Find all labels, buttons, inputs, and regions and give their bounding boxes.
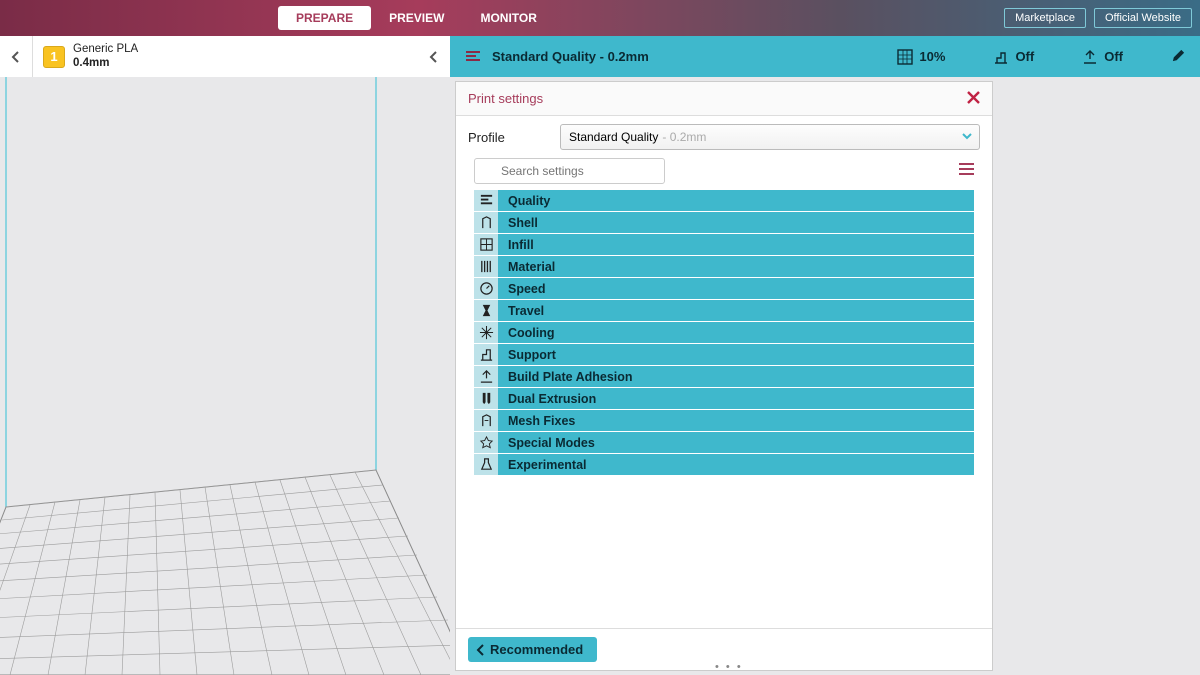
category-dual-extrusion[interactable]: Dual Extrusion [474, 388, 974, 409]
print-settings-panel: Print settings Profile Standard Quality … [455, 81, 993, 671]
summary-adhesion: Off [1082, 49, 1123, 65]
profile-dropdown[interactable]: Standard Quality - 0.2mm [560, 124, 980, 150]
tab-prepare[interactable]: PREPARE [278, 6, 371, 30]
special-modes-icon [474, 432, 498, 453]
resize-handle[interactable]: • • • [715, 661, 743, 673]
workspace: Print settings Profile Standard Quality … [0, 77, 1200, 675]
cooling-icon [474, 322, 498, 343]
print-summary-bar[interactable]: Standard Quality - 0.2mm 10% Off Off [450, 36, 1200, 77]
category-quality[interactable]: Quality [474, 190, 974, 211]
profile-selected-suffix: - 0.2mm [662, 130, 706, 144]
summary-profile: Standard Quality - 0.2mm [492, 49, 649, 64]
adhesion-icon [1082, 49, 1098, 65]
material-name: Generic PLA [73, 43, 138, 57]
mode-tabs: PREPARE PREVIEW MONITOR [278, 6, 555, 30]
category-experimental[interactable]: Experimental [474, 454, 974, 475]
mesh-fixes-icon [474, 410, 498, 431]
profile-label: Profile [468, 130, 550, 145]
summary-support: Off [993, 49, 1034, 65]
category-mesh-fixes[interactable]: Mesh Fixes [474, 410, 974, 431]
profile-selected-value: Standard Quality [569, 130, 658, 144]
dual-extrusion-icon [474, 388, 498, 409]
infill-icon [474, 234, 498, 255]
category-support[interactable]: Support [474, 344, 974, 365]
official-website-link[interactable]: Official Website [1094, 8, 1192, 28]
category-label: Shell [498, 216, 538, 230]
category-shell[interactable]: Shell [474, 212, 974, 233]
experimental-icon [474, 454, 498, 475]
edit-settings-button[interactable] [1171, 48, 1186, 66]
adhesion-icon [474, 366, 498, 387]
recommended-label: Recommended [490, 642, 583, 657]
build-plate-viewport[interactable] [0, 77, 450, 675]
category-label: Build Plate Adhesion [498, 370, 633, 384]
secondary-bar: 1 Generic PLA 0.4mm Standard Quality - 0… [0, 36, 1200, 77]
close-panel-button[interactable] [967, 88, 980, 109]
panel-title: Print settings [468, 91, 543, 106]
category-label: Quality [498, 194, 550, 208]
settings-categories: Quality Shell Infill Material Speed Trav… [456, 190, 992, 476]
category-infill[interactable]: Infill [474, 234, 974, 255]
nozzle-size: 0.4mm [73, 57, 138, 71]
shell-icon [474, 212, 498, 233]
quality-icon [474, 190, 498, 211]
category-label: Mesh Fixes [498, 414, 575, 428]
category-speed[interactable]: Speed [474, 278, 974, 299]
support-icon [993, 49, 1009, 65]
chevron-left-icon [429, 50, 439, 64]
settings-visibility-menu[interactable] [959, 163, 974, 180]
support-icon [474, 344, 498, 365]
hamburger-icon [959, 163, 974, 176]
tab-monitor[interactable]: MONITOR [462, 6, 554, 30]
chevron-left-icon [11, 50, 21, 64]
collapse-left-button[interactable] [0, 36, 32, 77]
material-selector[interactable]: 1 Generic PLA 0.4mm [32, 36, 148, 77]
summary-infill: 10% [897, 49, 945, 65]
layers-icon [464, 48, 482, 66]
category-label: Dual Extrusion [498, 392, 596, 406]
top-toolbar: PREPARE PREVIEW MONITOR Marketplace Offi… [0, 0, 1200, 36]
category-label: Experimental [498, 458, 587, 472]
extruder-badge-icon: 1 [43, 46, 65, 68]
category-travel[interactable]: Travel [474, 300, 974, 321]
infill-icon [897, 49, 913, 65]
tab-preview[interactable]: PREVIEW [371, 6, 462, 30]
category-adhesion[interactable]: Build Plate Adhesion [474, 366, 974, 387]
travel-icon [474, 300, 498, 321]
category-label: Infill [498, 238, 534, 252]
search-settings-input[interactable] [474, 158, 665, 184]
category-label: Material [498, 260, 555, 274]
material-icon [474, 256, 498, 277]
category-special-modes[interactable]: Special Modes [474, 432, 974, 453]
recommended-mode-button[interactable]: Recommended [468, 637, 597, 662]
category-material[interactable]: Material [474, 256, 974, 277]
collapse-material-button[interactable] [418, 36, 450, 77]
speed-icon [474, 278, 498, 299]
category-label: Speed [498, 282, 546, 296]
chevron-down-icon [961, 130, 973, 145]
close-icon [967, 91, 980, 104]
category-cooling[interactable]: Cooling [474, 322, 974, 343]
chevron-left-icon [476, 644, 486, 656]
pencil-icon [1171, 48, 1186, 63]
category-label: Support [498, 348, 556, 362]
category-label: Travel [498, 304, 544, 318]
marketplace-link[interactable]: Marketplace [1004, 8, 1086, 28]
category-label: Special Modes [498, 436, 595, 450]
category-label: Cooling [498, 326, 555, 340]
